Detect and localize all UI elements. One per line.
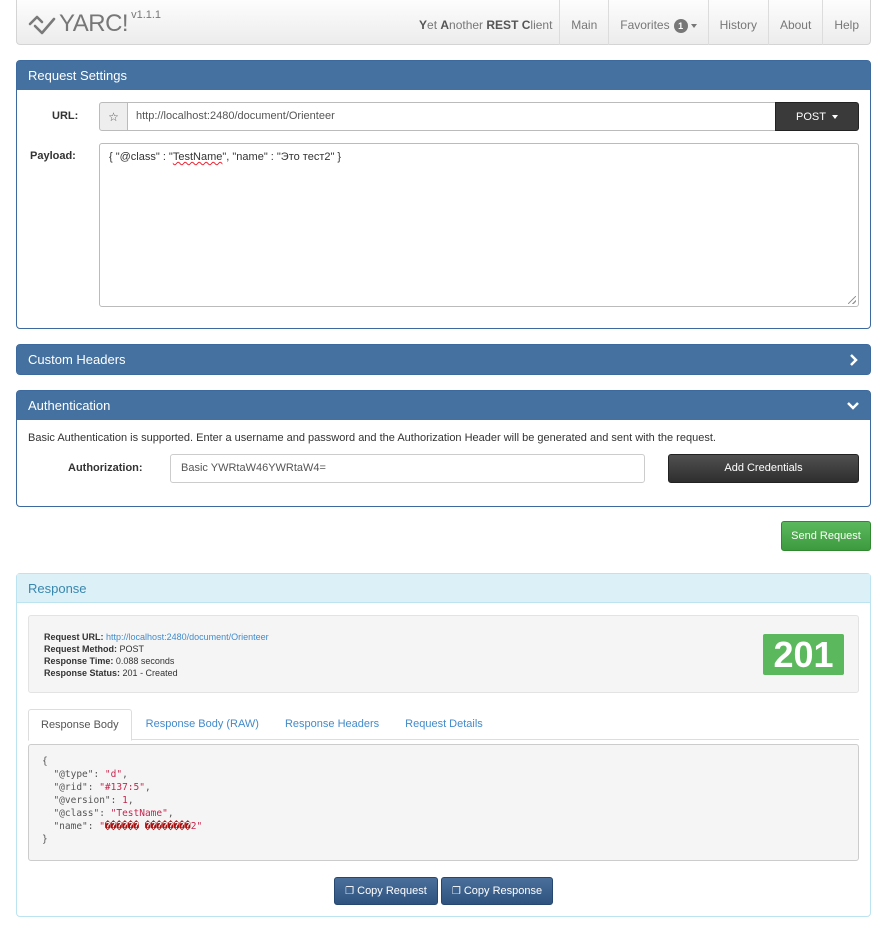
response-summary: Request URL: http://localhost:2480/docum… bbox=[28, 615, 859, 693]
payload-textarea[interactable]: { "@class" : "TestName", "name" : "Это т… bbox=[99, 143, 859, 307]
response-panel: Response Request URL: http://localhost:2… bbox=[16, 573, 871, 917]
request-settings-panel: Request Settings URL: ☆ http://localhost… bbox=[16, 60, 871, 329]
nav-main[interactable]: Main bbox=[559, 0, 608, 45]
yarc-logo-icon bbox=[28, 15, 56, 35]
brand-version: v1.1.1 bbox=[131, 9, 162, 21]
custom-headers-header[interactable]: Custom Headers bbox=[17, 345, 870, 374]
brand[interactable]: YARC! v1.1.1 bbox=[27, 8, 161, 38]
authentication-header[interactable]: Authentication bbox=[17, 391, 870, 420]
clipboard-icon: ❐ bbox=[451, 886, 461, 897]
tab-request-details[interactable]: Request Details bbox=[393, 709, 495, 740]
request-method-line: Request Method: POST bbox=[44, 644, 145, 654]
resize-grip-icon[interactable] bbox=[848, 296, 856, 304]
auth-description: Basic Authentication is supported. Enter… bbox=[28, 432, 716, 444]
panel-title: Request Settings bbox=[17, 61, 870, 90]
tab-response-body[interactable]: Response Body bbox=[28, 709, 132, 741]
url-label: URL: bbox=[52, 110, 79, 122]
star-icon: ☆ bbox=[108, 109, 119, 124]
favorite-star-button[interactable]: ☆ bbox=[99, 102, 128, 131]
chevron-right-icon bbox=[849, 345, 859, 374]
send-request-button[interactable]: Send Request bbox=[781, 521, 871, 551]
tab-response-body-raw[interactable]: Response Body (RAW) bbox=[134, 709, 271, 740]
payload-label: Payload: bbox=[30, 150, 76, 162]
nav-history[interactable]: History bbox=[707, 0, 768, 45]
favorites-count-badge: 1 bbox=[673, 18, 688, 33]
authorization-label: Authorization: bbox=[68, 462, 143, 474]
url-input-group: ☆ http://localhost:2480/document/Oriente… bbox=[99, 102, 859, 131]
response-title: Response bbox=[17, 574, 870, 603]
nav-links: Main Favorites 1 History About Help bbox=[559, 0, 870, 45]
add-credentials-button[interactable]: Add Credentials bbox=[668, 454, 859, 483]
brand-name: YARC! bbox=[59, 10, 129, 37]
copy-response-button[interactable]: ❐ Copy Response bbox=[441, 877, 553, 905]
request-url-link[interactable]: http://localhost:2480/document/Orienteer bbox=[106, 632, 269, 642]
clipboard-icon: ❐ bbox=[345, 886, 355, 897]
response-body-code: { "@type": "d", "@rid": "#137:5", "@vers… bbox=[28, 744, 859, 861]
nav-favorites[interactable]: Favorites 1 bbox=[608, 0, 707, 45]
custom-headers-panel[interactable]: Custom Headers bbox=[16, 344, 871, 375]
response-status-line: Response Status: 201 - Created bbox=[44, 668, 178, 678]
authentication-panel: Authentication Basic Authentication is s… bbox=[16, 390, 871, 507]
tab-response-headers[interactable]: Response Headers bbox=[273, 709, 391, 740]
authorization-input[interactable]: Basic YWRtaW46YWRtaW4= bbox=[170, 454, 645, 483]
caret-down-icon bbox=[690, 23, 697, 28]
status-code-badge: 201 bbox=[763, 634, 844, 675]
tagline: Yet Another REST Client bbox=[419, 18, 553, 32]
method-dropdown[interactable]: POST bbox=[775, 102, 859, 131]
request-url-line: Request URL: http://localhost:2480/docum… bbox=[44, 632, 269, 642]
nav-about[interactable]: About bbox=[767, 0, 822, 45]
response-time-line: Response Time: 0.088 seconds bbox=[44, 656, 175, 666]
copy-request-button[interactable]: ❐ Copy Request bbox=[334, 877, 438, 905]
navbar: YARC! v1.1.1 Yet Another REST Client Mai… bbox=[16, 0, 871, 45]
caret-down-icon bbox=[831, 114, 838, 119]
url-input[interactable]: http://localhost:2480/document/Orienteer bbox=[128, 102, 775, 131]
chevron-down-icon bbox=[847, 391, 859, 420]
response-tabs: Response Body Response Body (RAW) Respon… bbox=[28, 709, 859, 741]
nav-help[interactable]: Help bbox=[822, 0, 870, 45]
